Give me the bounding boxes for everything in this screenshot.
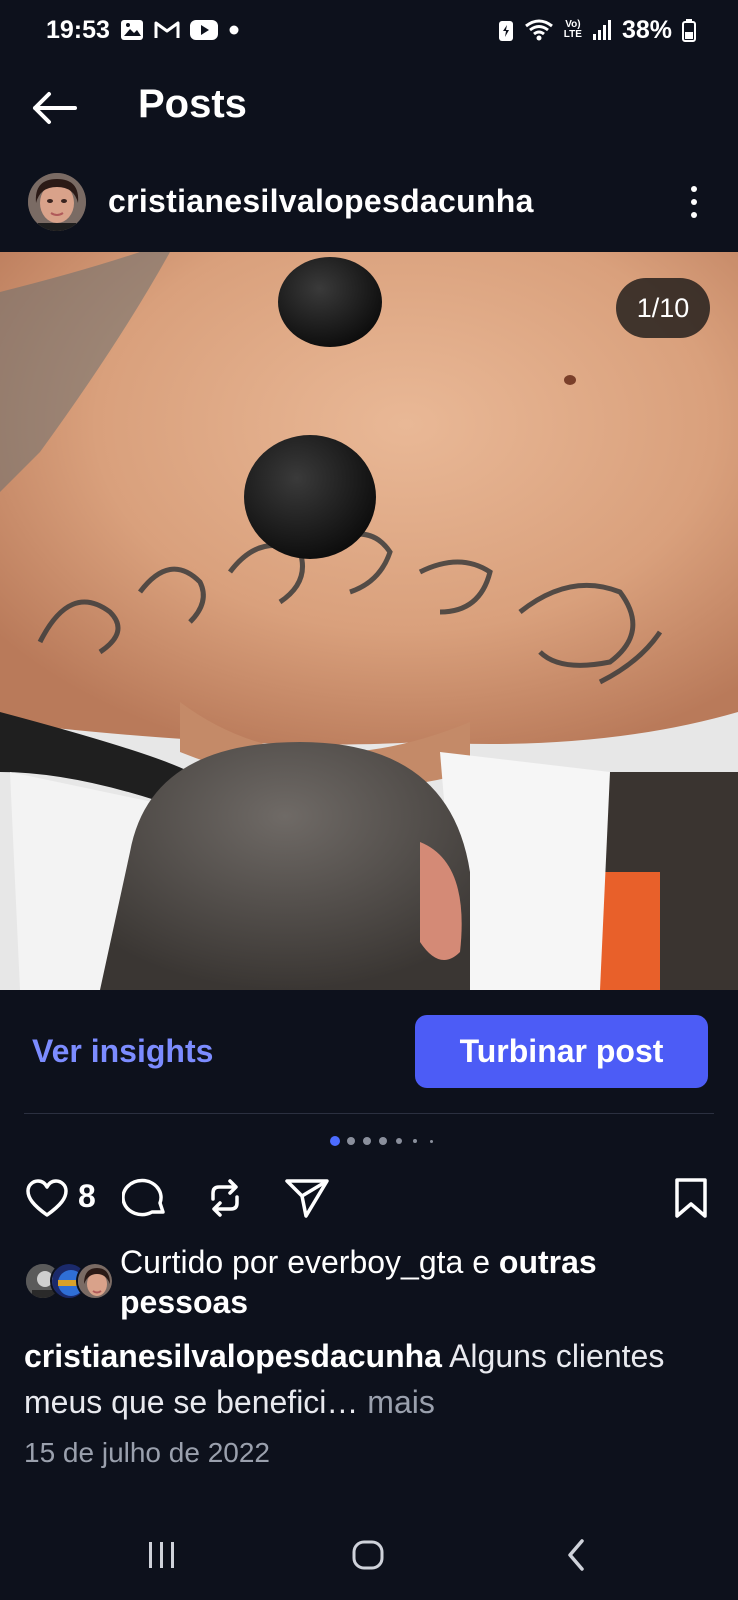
- boost-post-button[interactable]: Turbinar post: [415, 1015, 708, 1088]
- gallery-notification-icon: [120, 19, 144, 41]
- battery-saver-icon: [498, 18, 514, 42]
- bookmark-icon: [675, 1178, 707, 1218]
- comment-button[interactable]: [120, 1173, 170, 1223]
- more-dot: [691, 212, 697, 218]
- image-counter-badge: 1/10: [616, 278, 710, 338]
- heart-icon: [26, 1179, 68, 1217]
- volte-icon: Vo) LTE: [564, 20, 582, 40]
- liked-by-text: Curtido por everboy_gta e outras pessoas: [120, 1242, 720, 1322]
- avatar: [76, 1262, 114, 1300]
- repost-button[interactable]: [200, 1173, 250, 1223]
- youtube-notification-icon: [189, 20, 218, 40]
- lte-label: LTE: [563, 29, 582, 40]
- carousel-dot: [430, 1140, 433, 1143]
- carousel-dot-active: [330, 1136, 340, 1146]
- post-actions-primary: Ver insights Turbinar post: [0, 1015, 738, 1090]
- recent-apps-icon: [149, 1542, 174, 1568]
- comment-icon: [122, 1178, 165, 1217]
- post-action-bar: 8: [0, 1168, 738, 1228]
- carousel-dot: [363, 1137, 371, 1145]
- share-button[interactable]: [282, 1173, 332, 1223]
- post-caption: cristianesilvalopesdacunha Alguns client…: [24, 1333, 714, 1425]
- liked-by-and: e: [463, 1244, 499, 1280]
- carousel-dot: [379, 1137, 387, 1145]
- arrow-left-icon: [33, 92, 77, 124]
- post-header: cristianesilvalopesdacunha: [0, 168, 738, 238]
- post-username[interactable]: cristianesilvalopesdacunha: [108, 183, 534, 220]
- liked-by-avatars: [24, 1262, 114, 1302]
- avatar[interactable]: [28, 173, 86, 231]
- carousel-dot: [347, 1137, 355, 1145]
- signal-icon: [592, 19, 612, 41]
- more-vertical-icon: [691, 186, 697, 192]
- carousel-indicator: [0, 1134, 738, 1148]
- battery-percent: 38%: [621, 15, 672, 44]
- top-app-bar: Posts: [0, 66, 738, 150]
- back-button[interactable]: [28, 84, 80, 132]
- status-time: 19:53: [46, 15, 110, 44]
- chevron-left-icon: [568, 1539, 584, 1571]
- view-insights-link[interactable]: Ver insights: [32, 1033, 213, 1070]
- system-back-button[interactable]: [546, 1530, 606, 1580]
- carousel-dot: [396, 1138, 402, 1144]
- caption-more-link[interactable]: mais: [367, 1384, 435, 1420]
- liked-by-prefix: Curtido por: [120, 1244, 288, 1280]
- home-button[interactable]: [338, 1530, 398, 1580]
- carousel-dot: [413, 1139, 417, 1143]
- repost-icon: [211, 1179, 239, 1217]
- more-options-button[interactable]: [676, 178, 712, 226]
- battery-icon: [682, 18, 696, 42]
- recent-apps-button[interactable]: [132, 1530, 192, 1580]
- notification-dot-icon: [228, 24, 240, 36]
- caption-username[interactable]: cristianesilvalopesdacunha: [24, 1338, 442, 1374]
- system-navigation-bar: [0, 1520, 738, 1600]
- liked-by-user[interactable]: everboy_gta: [287, 1244, 463, 1280]
- status-bar: 19:53 Vo) LTE 38%: [0, 0, 738, 60]
- save-button[interactable]: [666, 1173, 716, 1223]
- gmail-notification-icon: [154, 20, 180, 40]
- more-dot: [691, 199, 697, 205]
- post-date: 15 de julho de 2022: [24, 1437, 270, 1468]
- like-count[interactable]: 8: [78, 1178, 96, 1215]
- wifi-icon: [524, 18, 554, 42]
- send-icon: [285, 1179, 329, 1218]
- post-image[interactable]: [0, 252, 738, 990]
- page-title: Posts: [138, 82, 247, 126]
- like-button[interactable]: [22, 1173, 72, 1223]
- divider: [24, 1113, 714, 1114]
- home-icon: [352, 1540, 384, 1570]
